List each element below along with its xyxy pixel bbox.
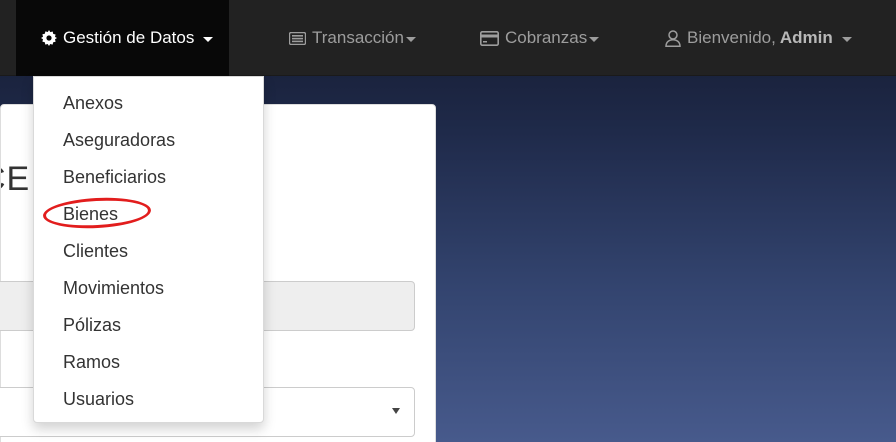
- menu-item-beneficiarios[interactable]: Beneficiarios: [34, 159, 263, 196]
- menu-item-anexos[interactable]: Anexos: [34, 85, 263, 122]
- user-icon: [665, 29, 681, 47]
- menu-item-label: Bienes: [63, 204, 119, 224]
- menu-item-usuarios[interactable]: Usuarios: [34, 381, 263, 418]
- user-greeting: Bienvenido,: [687, 28, 776, 47]
- gear-icon: [41, 30, 57, 46]
- list-icon: [289, 31, 306, 45]
- nav-label: Cobranzas: [505, 28, 588, 47]
- menu-item-aseguradoras[interactable]: Aseguradoras: [34, 122, 263, 159]
- nav-transaccion[interactable]: Transacción: [289, 0, 416, 76]
- menu-item-clientes[interactable]: Clientes: [34, 233, 263, 270]
- caret-down-icon: [841, 36, 852, 42]
- caret-down-icon: [203, 36, 214, 42]
- caret-down-icon: [405, 36, 416, 42]
- nav-label: Gestión de Datos: [63, 28, 195, 47]
- caret-down-icon: [589, 36, 600, 42]
- menu-item-polizas[interactable]: Pólizas: [34, 307, 263, 344]
- top-navbar: Gestión de Datos Transacción Cobranzas B…: [0, 0, 896, 76]
- nav-label: Transacción: [312, 28, 404, 47]
- gestion-datos-dropdown: Anexos Aseguradoras Beneficiarios Bienes…: [33, 76, 264, 423]
- select-arrow-icon: [392, 408, 400, 414]
- credit-card-icon: [480, 30, 499, 46]
- nav-cobranzas[interactable]: Cobranzas: [480, 0, 600, 76]
- menu-item-ramos[interactable]: Ramos: [34, 344, 263, 381]
- menu-item-movimientos[interactable]: Movimientos: [34, 270, 263, 307]
- nav-user-menu[interactable]: Bienvenido, Admin: [665, 0, 852, 76]
- user-name: Admin: [779, 28, 833, 47]
- menu-item-bienes[interactable]: Bienes: [34, 195, 263, 233]
- nav-gestion-de-datos[interactable]: Gestión de Datos: [16, 0, 230, 76]
